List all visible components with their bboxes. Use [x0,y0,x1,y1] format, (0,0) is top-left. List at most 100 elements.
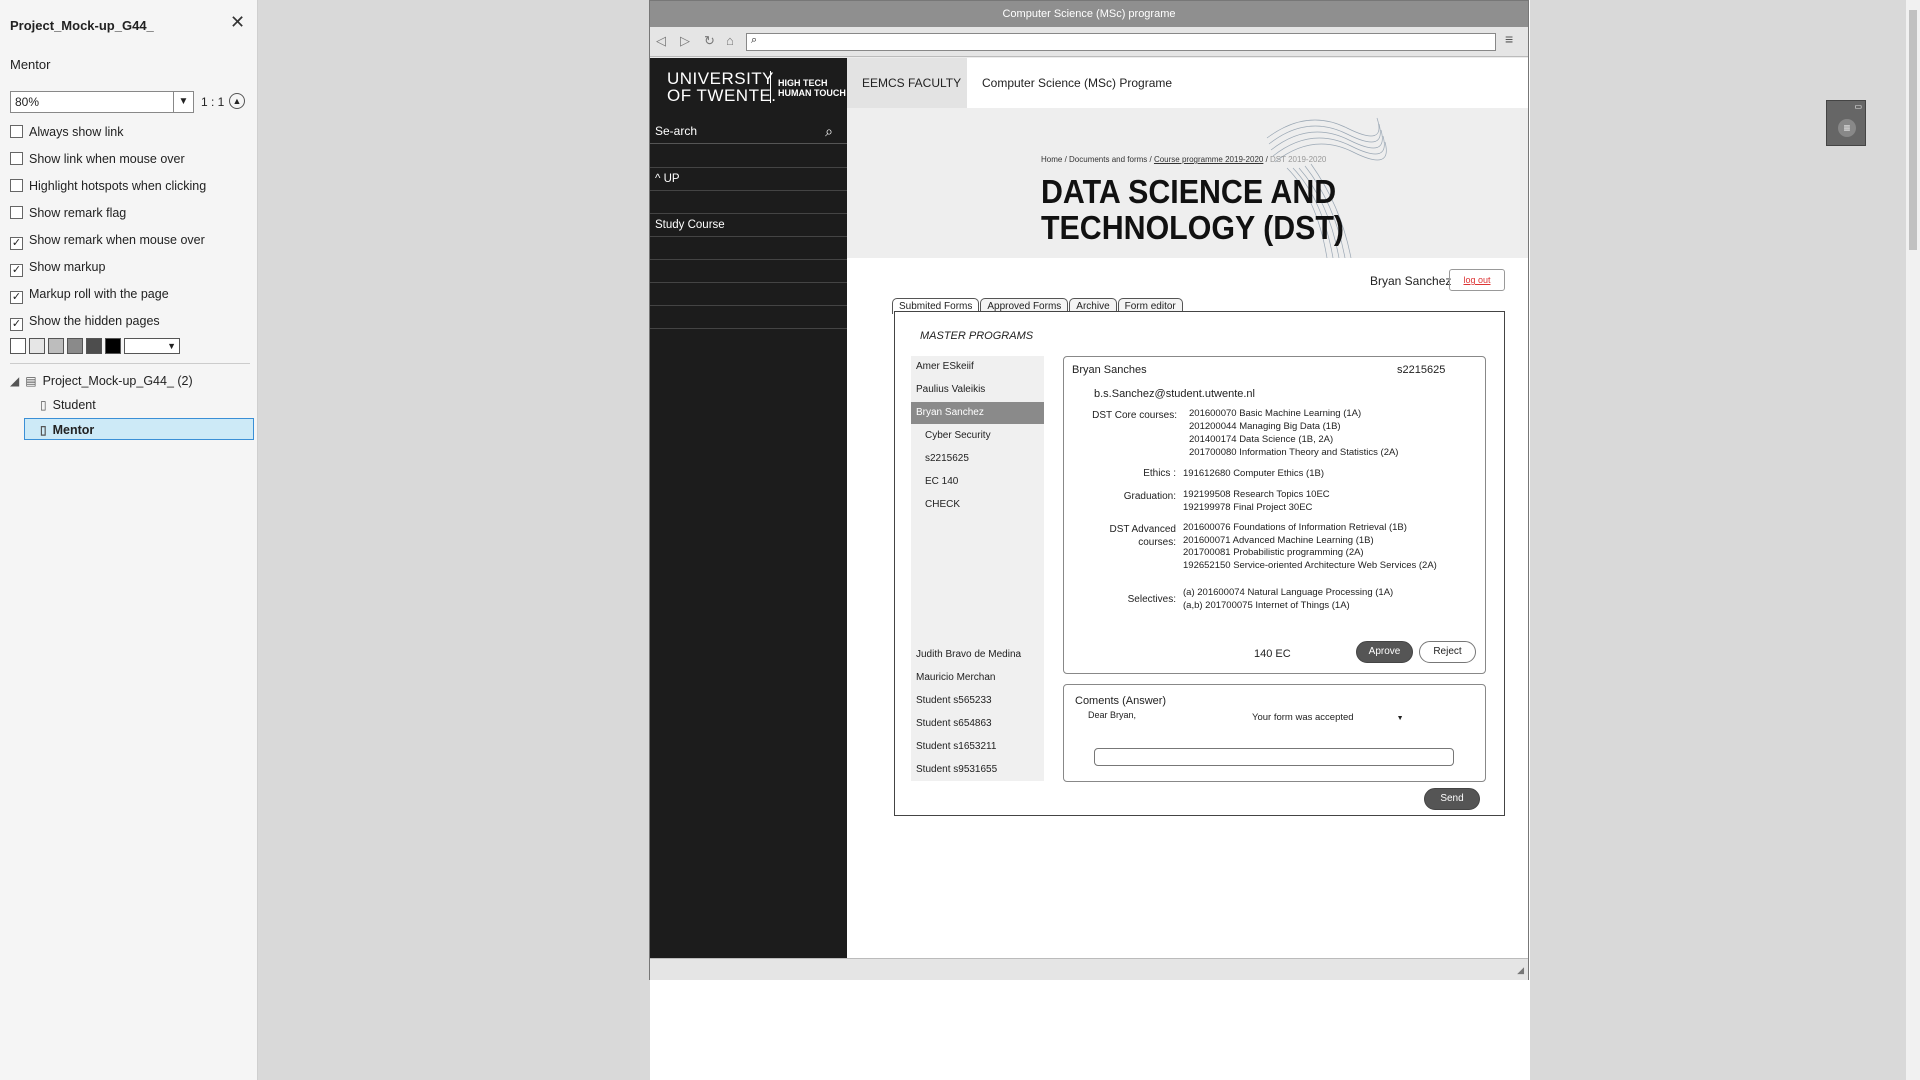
core-label: DST Core courses: [1092,410,1177,421]
list-subitem[interactable]: CHECK [911,494,1044,516]
chevron-down-icon[interactable]: ▼ [1397,715,1404,722]
option-show-markup[interactable]: ✓ Show markup [10,258,105,277]
section-heading: MASTER PROGRAMS [920,330,1034,342]
folder-icon: ▤ [25,374,37,388]
refresh-icon[interactable]: ↻ [704,33,715,49]
hamburger-menu-icon[interactable]: ≡ [1505,31,1513,47]
reject-button[interactable]: Reject [1419,641,1476,663]
checkbox-checked[interactable]: ✓ [10,264,23,277]
search-icon: ⌕ [751,34,758,46]
chevron-down-icon[interactable]: ▼ [173,92,193,112]
checkbox[interactable] [10,179,23,192]
advanced-course: 201600076 Foundations of Information Ret… [1183,522,1407,533]
core-course: 201400174 Data Science (1B, 2A) [1189,434,1334,445]
status-select[interactable]: Your form was accepted ▼ [1252,711,1404,725]
sidebar-row[interactable] [650,237,847,260]
list-item[interactable]: Student s1653211 [911,736,1044,758]
core-course: 201700080 Information Theory and Statist… [1189,447,1399,458]
ratio-button[interactable]: 1 : 1 [201,95,224,109]
sidebar-item-up[interactable]: ^ UP [650,168,847,191]
markup-color-swatches: ▼ [10,338,180,354]
color-swatch[interactable] [48,338,64,354]
list-item[interactable]: Judith Bravo de Medina [911,644,1044,666]
expand-triangle-icon[interactable]: ◢ [10,370,19,392]
option-show-hidden-pages[interactable]: ✓ Show the hidden pages [10,312,160,331]
checkbox-checked[interactable]: ✓ [10,318,23,331]
list-item[interactable]: Mauricio Merchan [911,667,1044,689]
zoom-value: 80% [15,95,40,109]
tree-page-mentor[interactable]: ▯ Mentor [24,418,254,440]
sidebar-row[interactable] [650,145,847,168]
sidebar-row[interactable] [650,260,847,283]
list-item-selected[interactable]: Bryan Sanchez [911,402,1044,424]
approve-button[interactable]: Aprove [1356,641,1413,663]
student-form-card: Bryan Sanches s2215625 b.s.Sanchez@stude… [1063,356,1486,674]
send-button[interactable]: Send [1424,788,1480,810]
option-markup-roll[interactable]: ✓ Markup roll with the page [10,285,169,304]
search-icon[interactable]: ⌕ [825,118,833,144]
selective-course: (a) 201600074 Natural Language Processin… [1183,587,1394,598]
list-item[interactable]: Student s9531655 [911,759,1044,781]
checkbox[interactable] [10,152,23,165]
web-page: UNIVERSITY OF TWENTE. HIGH TECH HUMAN TOUC… [650,58,1528,958]
tree-root[interactable]: ◢ ▤ Project_Mock-up_G44_ (2) [10,370,250,392]
logout-button[interactable]: log out [1449,269,1505,291]
graduation-label: Graduation: [1123,491,1176,502]
logo-tagline: HIGH TECH HUMAN TOUCH [778,78,846,98]
divider [10,363,250,364]
student-id: s2215625 [1397,364,1446,376]
sidebar-item-study-course[interactable]: Study Course [650,214,847,237]
site-topnav: EEMCS FACULTY | Computer Science (MSc) P… [847,58,1528,140]
breadcrumb-docs[interactable]: Documents and forms [1069,155,1147,164]
prototype-panel: Project_Mock-up_G44_ ✕ Mentor 80% ▼ 1 : … [0,0,258,1080]
collapse-up-icon[interactable]: ▲ [229,93,245,109]
url-bar[interactable]: ⌕ [746,33,1496,51]
option-highlight-hotspots[interactable]: Highlight hotspots when clicking [10,177,206,195]
scrollbar[interactable] [1906,0,1920,1080]
color-swatch[interactable] [86,338,102,354]
color-swatch[interactable] [29,338,45,354]
resize-grip-icon[interactable]: ◢ [1517,965,1524,976]
sidebar-row[interactable] [650,283,847,306]
option-show-remark-hover[interactable]: ✓ Show remark when mouse over [10,231,205,250]
color-swatch[interactable] [10,338,26,354]
breadcrumb-course[interactable]: Course programme 2019-2020 [1154,155,1263,164]
checkbox-checked[interactable]: ✓ [10,237,23,250]
browser-statusbar: ◢ [650,958,1528,980]
close-icon[interactable]: ✕ [230,12,245,33]
list-item[interactable]: Student s565233 [911,690,1044,712]
option-show-remark-flag[interactable]: Show remark flag [10,204,126,222]
color-swatch[interactable] [105,338,121,354]
checkbox[interactable] [10,206,23,219]
menu-icon[interactable]: ≡ [1838,119,1856,137]
forward-icon[interactable]: ▷ [680,33,690,49]
faculty-link[interactable]: EEMCS FACULTY | [847,58,967,140]
site-search[interactable]: Se-arch ⌕ [650,118,847,144]
sidebar-row[interactable] [650,191,847,214]
checkbox[interactable] [10,125,23,138]
breadcrumb-home[interactable]: Home [1041,155,1062,164]
sidebar-row[interactable] [650,306,847,329]
option-always-show-link[interactable]: Always show link [10,123,123,141]
list-item[interactable]: Amer ESkeiif [911,356,1044,378]
comment-input[interactable] [1094,748,1454,766]
option-show-link-hover[interactable]: Show link when mouse over [10,150,185,168]
list-item[interactable]: Student s654863 [911,713,1044,735]
checkbox-checked[interactable]: ✓ [10,291,23,304]
list-item[interactable]: Paulius Valeikis [911,379,1044,401]
floating-toolbar-widget[interactable]: ▭ ≡ [1826,100,1866,146]
selective-course: (a,b) 201700075 Internet of Things (1A) [1183,600,1350,611]
zoom-select[interactable]: 80% ▼ [10,91,194,113]
university-logo[interactable]: UNIVERSITY OF TWENTE. [667,70,777,104]
line-style-select[interactable]: ▼ [124,338,180,354]
tree-page-student[interactable]: ▯ Student [40,394,250,416]
browser-navbar: ◁ ▷ ↻ ⌂ ⌕ ≡ [650,27,1528,57]
window-icon[interactable]: ▭ [1854,102,1862,111]
ethics-course: 191612680 Computer Ethics (1B) [1183,468,1324,479]
page-banner: Home / Documents and forms / Course prog… [847,108,1528,258]
back-icon[interactable]: ◁ [656,33,666,49]
home-icon[interactable]: ⌂ [726,33,734,48]
scrollbar-thumb[interactable] [1909,10,1917,250]
comments-title: Coments (Answer) [1075,695,1167,707]
color-swatch[interactable] [67,338,83,354]
